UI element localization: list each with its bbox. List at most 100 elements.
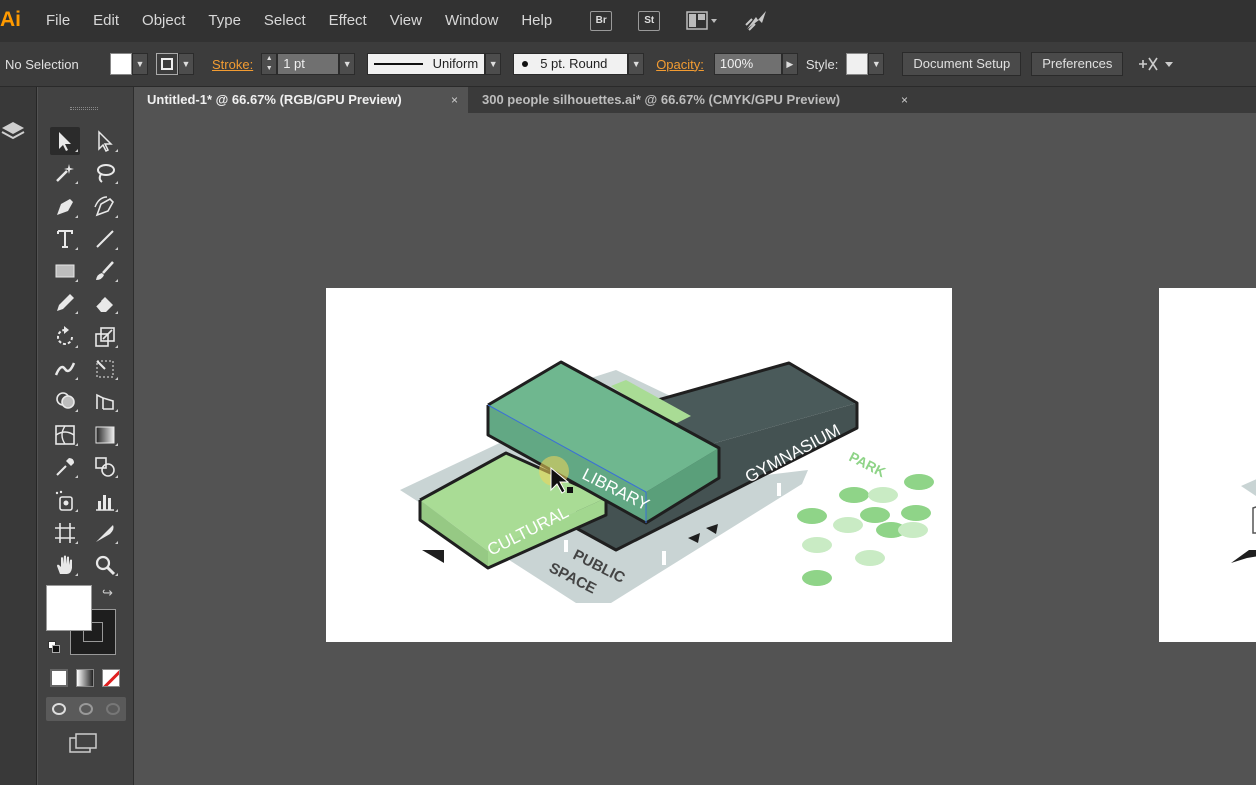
pencil-icon <box>57 294 74 311</box>
direct-selection-tool[interactable] <box>90 127 120 155</box>
menu-file[interactable]: File <box>46 0 70 42</box>
bridge-button[interactable]: Br <box>590 11 613 31</box>
type-tool[interactable] <box>50 225 80 253</box>
rectangle-tool[interactable] <box>50 257 80 285</box>
swap-colors-icon[interactable]: ↪ <box>102 585 113 601</box>
menu-object[interactable]: Object <box>142 0 185 42</box>
park-tree <box>839 487 869 503</box>
style-dropdown[interactable]: ▼ <box>868 53 885 75</box>
artboard[interactable]: LIBRARY GYMNASIUM CULTURAL PUBLIC SPACE … <box>326 288 952 642</box>
stroke-weight-stepper[interactable]: ▲ ▼ <box>261 53 278 75</box>
tab-300-people-silhouettes[interactable]: 300 people silhouettes.ai* @ 66.67% (CMY… <box>470 87 920 113</box>
hand-tool[interactable] <box>50 551 80 579</box>
park-tree <box>855 550 885 566</box>
selection-arrow-icon <box>59 132 71 151</box>
brush-dropdown[interactable]: ▼ <box>628 53 645 75</box>
gradient-icon <box>95 426 115 444</box>
stroke-swatch[interactable] <box>156 53 178 75</box>
artboard-tool[interactable] <box>50 519 80 547</box>
menu-edit[interactable]: Edit <box>93 0 119 42</box>
symbol-sprayer-tool[interactable] <box>50 487 80 515</box>
mesh-tool[interactable] <box>50 421 80 449</box>
layers-icon[interactable] <box>0 119 26 150</box>
column-graph-icon <box>96 495 114 511</box>
style-swatch[interactable] <box>846 53 869 75</box>
draw-mode-buttons[interactable] <box>46 697 126 721</box>
close-icon[interactable]: × <box>901 87 908 113</box>
gradient-mode-button[interactable] <box>76 669 94 687</box>
default-colors-icon[interactable] <box>48 641 60 653</box>
stroke-weight-field[interactable]: 1 pt <box>277 53 340 75</box>
canvas-area[interactable]: LIBRARY GYMNASIUM CULTURAL PUBLIC SPACE … <box>135 113 1256 785</box>
screen-mode-icon[interactable] <box>68 732 98 759</box>
stroke-dropdown[interactable]: ▼ <box>178 53 194 75</box>
park-tree <box>904 474 934 490</box>
document-setup-button[interactable]: Document Setup <box>902 52 1022 76</box>
gradient-tool[interactable] <box>90 421 120 449</box>
pencil-tool[interactable] <box>50 289 80 317</box>
eraser-tool[interactable] <box>90 289 120 317</box>
tab-untitled-1[interactable]: Untitled-1* @ 66.67% (RGB/GPU Preview) <box>135 87 468 113</box>
scale-tool[interactable] <box>90 323 120 351</box>
tab-label: Untitled-1* @ 66.67% (RGB/GPU Preview) <box>147 92 402 107</box>
workspace-switcher-icon[interactable] <box>686 10 722 32</box>
color-mode-button[interactable] <box>50 669 68 687</box>
rotate-icon <box>57 326 73 345</box>
curvature-icon <box>94 196 114 217</box>
illustrator-window: Ai File Edit Object Type Select Effect V… <box>0 0 1256 785</box>
magic-wand-tool[interactable] <box>50 159 80 187</box>
rotate-tool[interactable] <box>50 323 80 351</box>
zoom-tool[interactable] <box>90 551 120 579</box>
curvature-tool[interactable] <box>90 193 120 221</box>
fill-dropdown[interactable]: ▼ <box>132 53 148 75</box>
line-segment-tool[interactable] <box>90 225 120 253</box>
eyedropper-tool[interactable] <box>50 453 80 481</box>
width-tool[interactable] <box>50 355 80 383</box>
profile-dropdown[interactable]: ▼ <box>485 53 502 75</box>
none-mode-button[interactable] <box>102 669 120 687</box>
draw-inside-icon[interactable] <box>105 703 120 715</box>
paintbrush-tool[interactable] <box>90 257 120 285</box>
fill-color-box[interactable] <box>46 585 92 631</box>
opacity-arrow[interactable]: ▶ <box>781 53 798 75</box>
menu-help[interactable]: Help <box>521 0 552 42</box>
draw-normal-icon[interactable] <box>52 703 67 715</box>
preferences-button[interactable]: Preferences <box>1031 52 1124 76</box>
brush-definition[interactable]: 5 pt. Round <box>513 53 629 75</box>
shape-builder-icon <box>56 392 75 409</box>
menu-view[interactable]: View <box>390 0 422 42</box>
pen-tool[interactable] <box>50 193 80 221</box>
menu-window[interactable]: Window <box>445 0 498 42</box>
stroke-weight-dropdown[interactable]: ▼ <box>339 53 356 75</box>
fill-swatch[interactable] <box>110 53 132 75</box>
isometric-building-diagram: LIBRARY GYMNASIUM CULTURAL PUBLIC SPACE … <box>400 360 934 603</box>
opacity-link[interactable]: Opacity: <box>656 57 704 72</box>
menu-select[interactable]: Select <box>264 0 306 42</box>
slice-tool[interactable] <box>90 519 120 547</box>
shape-builder-tool[interactable] <box>50 387 80 415</box>
blend-tool[interactable] <box>90 453 120 481</box>
variable-width-profile[interactable]: Uniform <box>367 53 486 75</box>
stock-button[interactable]: St <box>638 11 661 31</box>
menu-type[interactable]: Type <box>208 0 241 42</box>
pen-icon <box>57 199 73 215</box>
select-similar-icon[interactable] <box>1135 54 1175 74</box>
draw-behind-icon[interactable] <box>78 703 93 715</box>
selection-tool[interactable] <box>50 127 80 155</box>
artboard-2[interactable] <box>1159 288 1256 642</box>
person-silhouette <box>777 483 781 496</box>
width-icon <box>54 362 76 376</box>
lasso-tool[interactable] <box>90 159 120 187</box>
graph-tool[interactable] <box>90 387 120 415</box>
gpu-performance-icon[interactable] <box>744 9 770 33</box>
tools-grip[interactable] <box>70 107 98 110</box>
eraser-icon <box>95 297 113 312</box>
free-transform-tool[interactable] <box>90 355 120 383</box>
stroke-link[interactable]: Stroke: <box>212 57 253 72</box>
opacity-field[interactable]: 100% <box>713 53 782 75</box>
menu-effect[interactable]: Effect <box>329 0 367 42</box>
selection-status: No Selection <box>5 56 79 72</box>
column-graph-tool[interactable] <box>90 487 120 515</box>
style-label: Style: <box>805 56 839 72</box>
close-icon[interactable]: × <box>451 87 458 113</box>
